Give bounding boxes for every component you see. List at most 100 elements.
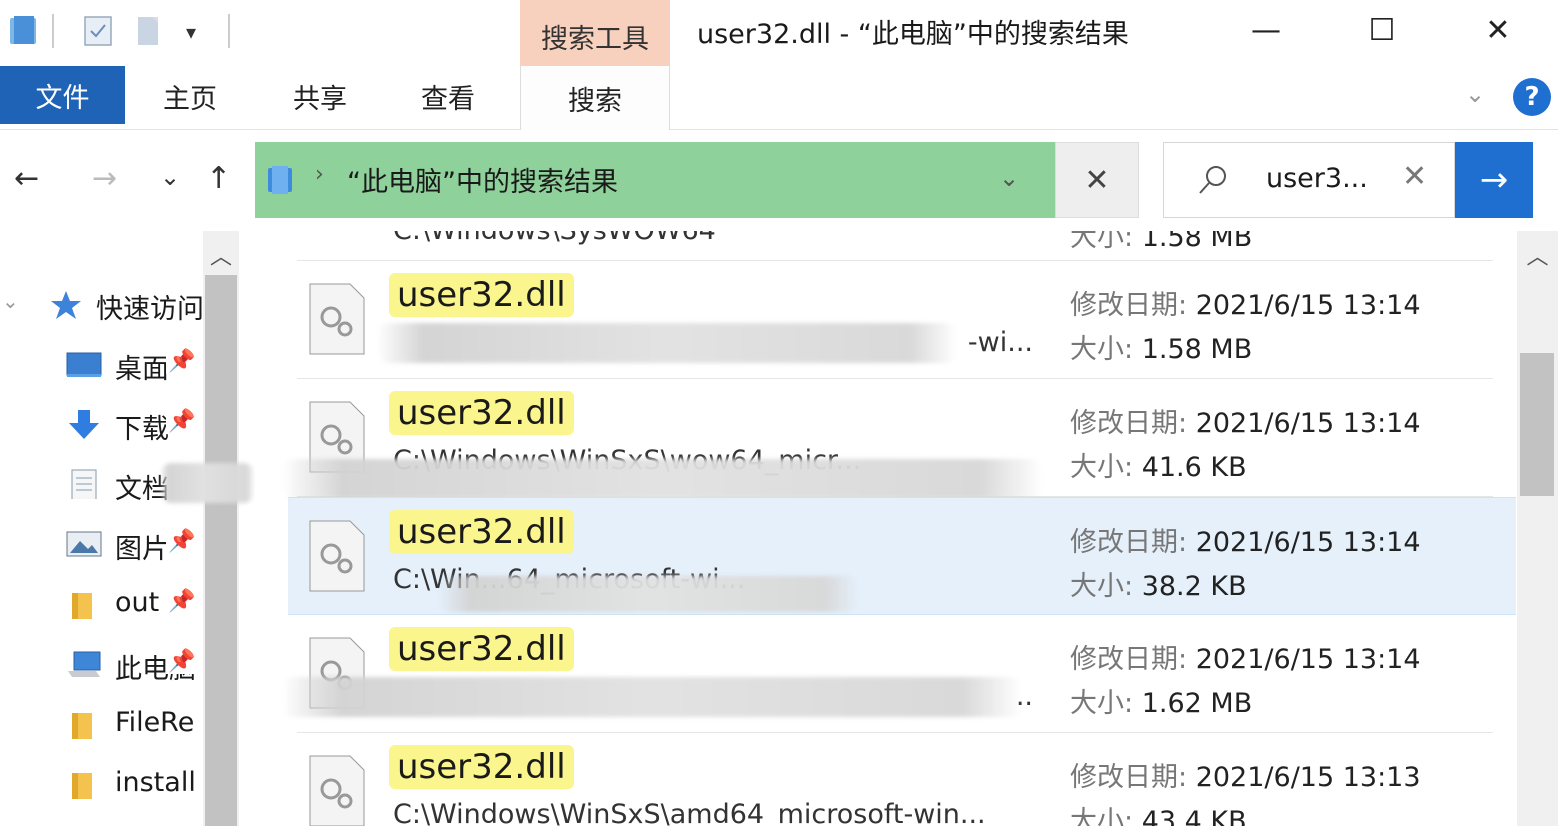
scrollbar-thumb[interactable] <box>205 275 237 826</box>
scroll-up-arrow-icon[interactable]: ︿ <box>203 239 239 271</box>
up-button[interactable]: ↑ <box>206 161 231 196</box>
minimize-button[interactable]: — <box>1216 0 1316 60</box>
divider <box>52 14 54 48</box>
sidebar-item-quick-access[interactable]: ⌄ 快速访问 <box>0 275 205 333</box>
cancel-search-button[interactable]: ✕ <box>1055 142 1139 218</box>
pin-icon: 📌 <box>166 589 196 614</box>
breadcrumb-separator-icon: › <box>315 162 324 187</box>
pin-icon: 📌 <box>166 649 196 674</box>
file-date: 修改日期: 2021/6/15 13:14 <box>1070 290 1421 321</box>
computer-icon <box>68 651 101 677</box>
navigation-bar: ← → ⌄ ↑ › “此电脑”中的搜索结果 ⌄ ✕ user3... ✕ → <box>0 131 1558 231</box>
list-item[interactable]: user32.dll C:\Windows\WinSxS\wow64_micr.… <box>282 379 1493 499</box>
sidebar-item-label: 快速访问 <box>96 294 204 325</box>
sidebar-item-this-pc[interactable]: 此电脑 📌 <box>0 635 205 693</box>
redaction-blur <box>438 576 858 612</box>
maximize-button[interactable]: ☐ <box>1332 0 1432 60</box>
sidebar-item-label: 下载 <box>115 414 169 445</box>
file-size: 大小: 1.58 MB <box>1070 334 1253 365</box>
ribbon-tabs: 文件 主页 共享 查看 搜索 ⌄ ? <box>0 66 1558 130</box>
file-size: 大小: 41.6 KB <box>1070 452 1247 483</box>
folder-app-icon <box>10 16 36 44</box>
search-box[interactable]: user3... ✕ <box>1163 142 1455 218</box>
quick-access-dropdown-icon[interactable]: ▾ <box>186 20 196 44</box>
clear-search-icon[interactable]: ✕ <box>1402 159 1427 194</box>
tab-file[interactable]: 文件 <box>0 66 125 124</box>
expand-ribbon-chevron-icon[interactable]: ⌄ <box>1465 80 1485 108</box>
desktop-icon <box>66 352 102 377</box>
sidebar-item-label: install <box>115 767 196 798</box>
sidebar-item-downloads[interactable]: 下载 📌 <box>0 395 205 453</box>
scrollbar-thumb[interactable] <box>1520 353 1554 496</box>
file-date: 修改日期: 2021/6/15 13:14 <box>1070 644 1421 675</box>
file-name-highlighted: user32.dll <box>389 745 574 789</box>
search-input[interactable]: user3... <box>1266 163 1368 194</box>
document-icon <box>71 469 97 499</box>
address-text: “此电脑”中的搜索结果 <box>347 167 618 198</box>
results-scrollbar[interactable]: ︿ <box>1517 231 1558 826</box>
tab-search[interactable]: 搜索 <box>520 66 670 130</box>
sidebar-item-pictures[interactable]: 图片 📌 <box>0 515 205 573</box>
search-tools-context-label: 搜索工具 <box>520 0 670 66</box>
dll-file-icon <box>309 520 365 592</box>
navigation-pane: ⌄ 快速访问 桌面 📌 下载 📌 文档 图片 📌 out 📌 此电脑 📌 Fil… <box>0 231 255 826</box>
file-path: C:\Windows\WinSxS\amd64_microsoft-win... <box>393 799 986 826</box>
properties-icon[interactable] <box>82 14 116 48</box>
new-folder-icon[interactable] <box>134 14 164 48</box>
file-size: 大小: 43.4 KB <box>1070 806 1247 826</box>
search-go-button[interactable]: → <box>1455 142 1533 218</box>
file-path: C:\Windows\SysWOW64 <box>393 231 1033 246</box>
redaction-blur <box>282 677 1022 717</box>
file-name-highlighted: user32.dll <box>389 627 574 671</box>
address-bar[interactable]: › “此电脑”中的搜索结果 ⌄ <box>255 142 1055 218</box>
navigation-pane-scrollbar[interactable]: ︿ <box>203 231 239 826</box>
list-item[interactable]: C:\Windows\SysWOW64 大小: 1.58 MB <box>297 231 1493 261</box>
sidebar-item-label: out <box>115 587 160 618</box>
file-size: 大小: 1.62 MB <box>1070 688 1253 719</box>
divider <box>228 14 230 48</box>
search-results-icon <box>268 166 292 194</box>
sidebar-item-desktop[interactable]: 桌面 📌 <box>0 335 205 393</box>
pictures-icon <box>66 531 102 557</box>
sidebar-item-out[interactable]: out 📌 <box>0 575 205 633</box>
dll-file-icon <box>309 755 365 826</box>
forward-button[interactable]: → <box>92 161 117 196</box>
list-item-selected[interactable]: user32.dll C:\Win...64_microsoft-wi... 修… <box>288 497 1516 615</box>
expand-chevron-icon[interactable]: ⌄ <box>2 289 19 313</box>
close-button[interactable]: ✕ <box>1448 0 1548 60</box>
tab-view[interactable]: 查看 <box>398 66 498 126</box>
sidebar-item-install[interactable]: install <box>0 755 205 813</box>
file-size: 大小: 1.58 MB <box>1070 231 1253 253</box>
star-icon <box>51 291 81 319</box>
file-date: 修改日期: 2021/6/15 13:14 <box>1070 408 1421 439</box>
recent-locations-button[interactable]: ⌄ <box>160 163 180 191</box>
sidebar-item-label: 桌面 <box>115 354 169 385</box>
file-name-highlighted: user32.dll <box>389 391 574 435</box>
file-name-highlighted: user32.dll <box>389 510 574 554</box>
redaction-blur <box>160 463 255 503</box>
list-item[interactable]: user32.dll .. 修改日期: 2021/6/15 13:14 大小: … <box>282 615 1493 733</box>
search-results-list: C:\Windows\SysWOW64 大小: 1.58 MB user32.d… <box>255 231 1517 826</box>
file-date: 修改日期: 2021/6/15 13:13 <box>1070 762 1421 793</box>
pin-icon: 📌 <box>166 409 196 434</box>
pin-icon: 📌 <box>166 529 196 554</box>
search-icon <box>1199 166 1226 194</box>
redaction-blur <box>377 323 957 363</box>
pin-icon: 📌 <box>166 349 196 374</box>
file-name-highlighted: user32.dll <box>389 273 574 317</box>
scroll-up-arrow-icon[interactable]: ︿ <box>1517 239 1558 271</box>
file-date: 修改日期: 2021/6/15 13:14 <box>1070 527 1421 558</box>
tab-home[interactable]: 主页 <box>140 66 240 126</box>
title-bar: ▾ 搜索工具 user32.dll - “此电脑”中的搜索结果 — ☐ ✕ <box>0 0 1558 66</box>
back-button[interactable]: ← <box>14 161 39 196</box>
tab-share[interactable]: 共享 <box>270 66 370 126</box>
list-item[interactable]: user32.dll C:\Windows\WinSxS\amd64_micro… <box>297 733 1493 826</box>
download-icon <box>69 410 99 439</box>
dll-file-icon <box>309 283 365 355</box>
help-button[interactable]: ? <box>1513 78 1551 116</box>
folder-icon <box>72 713 92 739</box>
address-history-chevron-icon[interactable]: ⌄ <box>999 164 1019 192</box>
sidebar-item-filere[interactable]: FileRe <box>0 695 205 753</box>
list-item[interactable]: user32.dll -wi... 修改日期: 2021/6/15 13:14 … <box>297 261 1493 379</box>
redaction-blur <box>282 459 1042 499</box>
